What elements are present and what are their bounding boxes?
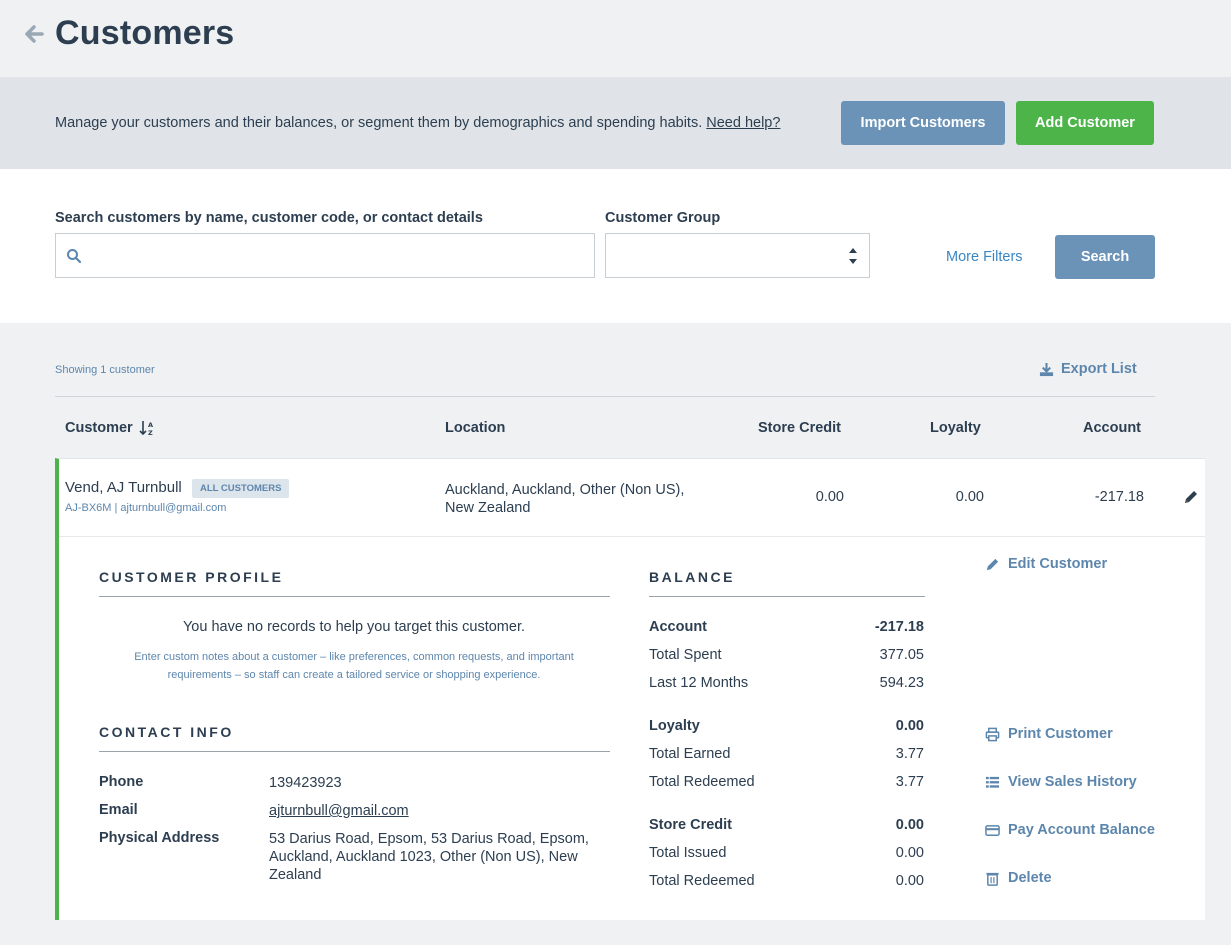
print-customer-label: Print Customer	[1008, 726, 1113, 742]
account-value: -217.18	[874, 619, 924, 635]
address-value: 53 Darius Road, Epsom, 53 Darius Road, E…	[269, 831, 589, 883]
total-issued-label: Total Issued	[649, 845, 727, 861]
total-redeemed-label: Total Redeemed	[649, 774, 755, 790]
select-arrows-icon	[849, 248, 857, 264]
search-button[interactable]: Search	[1055, 235, 1155, 279]
svg-text:A: A	[148, 421, 153, 429]
print-customer-button[interactable]: Print Customer	[985, 726, 1113, 742]
intro-text: Manage your customers and their balances…	[55, 115, 780, 131]
showing-count: Showing 1 customer	[55, 364, 155, 376]
customer-account: -217.18	[1094, 489, 1144, 505]
total-spent-label: Total Spent	[649, 647, 722, 663]
more-filters-link[interactable]: More Filters	[946, 249, 1023, 265]
address-label: Physical Address	[99, 830, 220, 846]
loyalty-value: 0.00	[895, 718, 924, 734]
email-label: Email	[99, 802, 138, 818]
import-customers-button[interactable]: Import Customers	[841, 101, 1005, 145]
customer-code-email: AJ-BX6M | ajturnbull@gmail.com	[65, 502, 227, 514]
customer-group-select[interactable]	[605, 233, 870, 278]
credit-redeemed-value: 0.00	[895, 873, 924, 889]
export-list-label: Export List	[1061, 361, 1137, 377]
customer-location: Auckland, Auckland, Other (Non US), New …	[445, 482, 685, 516]
balance-divider	[649, 596, 925, 597]
credit-redeemed-label: Total Redeemed	[649, 873, 755, 889]
column-location: Location	[445, 420, 506, 436]
customer-profile-heading: CUSTOMER PROFILE	[99, 569, 284, 585]
customer-name: Vend, AJ Turnbull	[65, 479, 182, 496]
need-help-link[interactable]: Need help?	[706, 115, 780, 131]
column-customer[interactable]: Customer A Z	[65, 420, 155, 436]
profile-hint: Enter custom notes about a customer – li…	[134, 651, 574, 681]
delete-button[interactable]: Delete	[985, 870, 1052, 886]
no-records-text: You have no records to help you target t…	[182, 619, 526, 635]
trash-icon	[986, 872, 999, 886]
add-customer-button[interactable]: Add Customer	[1016, 101, 1154, 145]
customer-row-summary[interactable]: Vend, AJ Turnbull ALL CUSTOMERS AJ-BX6M …	[59, 459, 1205, 537]
loyalty-label: Loyalty	[649, 718, 700, 734]
search-icon	[67, 249, 82, 264]
list-icon	[985, 776, 1000, 788]
total-spent-value: 377.05	[879, 647, 924, 663]
phone-label: Phone	[99, 774, 144, 790]
column-customer-label: Customer	[65, 420, 133, 436]
email-link[interactable]: ajturnbull@gmail.com	[269, 802, 409, 820]
view-sales-history-button[interactable]: View Sales History	[985, 774, 1137, 790]
intro-description: Manage your customers and their balances…	[55, 115, 703, 131]
svg-text:Z: Z	[148, 429, 153, 436]
phone-value: 139423923	[269, 775, 342, 791]
total-redeemed-value: 3.77	[895, 774, 924, 790]
view-sales-history-label: View Sales History	[1008, 774, 1137, 790]
search-label: Search customers by name, customer code,…	[55, 210, 483, 226]
profile-divider	[99, 596, 610, 597]
contact-divider	[99, 751, 610, 752]
balance-heading: BALANCE	[649, 569, 735, 585]
page-title: Customers	[55, 14, 235, 52]
edit-pencil-icon[interactable]	[1183, 489, 1199, 505]
column-account: Account	[1083, 420, 1141, 436]
contact-info-heading: CONTACT INFO	[99, 724, 234, 740]
top-bar: Customers	[0, 0, 1231, 77]
pay-account-balance-button[interactable]: Pay Account Balance	[985, 822, 1155, 838]
download-icon	[1039, 362, 1054, 376]
group-badge: ALL CUSTOMERS	[192, 479, 290, 498]
search-input[interactable]	[55, 233, 595, 278]
back-arrow-icon[interactable]	[22, 22, 46, 46]
edit-customer-label: Edit Customer	[1008, 556, 1108, 572]
column-store-credit: Store Credit	[758, 420, 841, 436]
store-credit-value: 0.00	[895, 817, 924, 833]
customer-group-label: Customer Group	[605, 210, 721, 226]
credit-card-icon	[985, 824, 1000, 836]
account-label: Account	[649, 619, 707, 635]
column-loyalty: Loyalty	[930, 420, 981, 436]
sort-az-icon: A Z	[139, 421, 153, 436]
printer-icon	[985, 727, 1000, 741]
total-earned-label: Total Earned	[649, 746, 731, 762]
pencil-icon	[986, 558, 999, 570]
total-issued-value: 0.00	[895, 845, 924, 861]
table-header: Customer A Z Location Store Credit Loyal…	[55, 396, 1155, 458]
total-earned-value: 3.77	[895, 746, 924, 762]
export-list-button[interactable]: Export List	[1039, 361, 1137, 377]
pay-account-balance-label: Pay Account Balance	[1008, 822, 1155, 838]
store-credit-label: Store Credit	[649, 817, 732, 833]
delete-label: Delete	[1008, 870, 1052, 886]
customer-loyalty: 0.00	[955, 489, 984, 505]
customer-store-credit: 0.00	[815, 489, 844, 505]
edit-customer-button[interactable]: Edit Customer	[985, 556, 1107, 572]
last-12-months-value: 594.23	[879, 675, 924, 691]
last-12-months-label: Last 12 Months	[649, 675, 749, 691]
table-row: Vend, AJ Turnbull ALL CUSTOMERS AJ-BX6M …	[55, 458, 1205, 920]
